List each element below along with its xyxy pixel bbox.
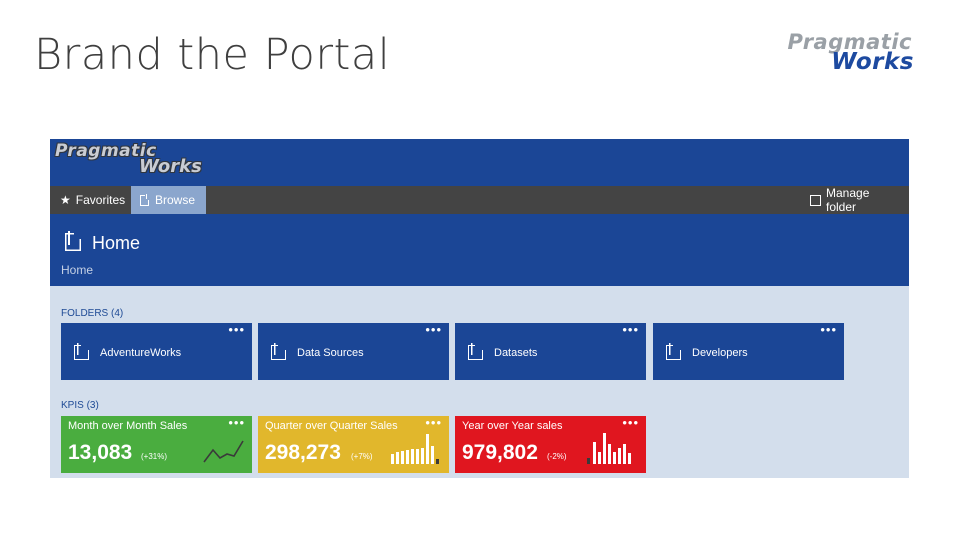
folder-icon <box>467 343 485 366</box>
manage-folder-icon <box>810 194 821 206</box>
kpi-bar-sparkline <box>587 433 631 464</box>
portal-brand-bar: Pragmatic Works <box>50 139 909 186</box>
kpi-change: (-2%) <box>547 452 567 461</box>
pragmatic-works-logo: Pragmatic Works <box>787 32 914 75</box>
manage-folder-button[interactable]: Manage folder <box>802 186 909 214</box>
more-icon[interactable]: ••• <box>228 323 245 337</box>
kpi-tile[interactable]: ••• Year over Year sales 979,802 (-2%) <box>455 416 646 473</box>
folder-icon <box>665 343 683 366</box>
kpis-label: KPIS <box>61 400 84 411</box>
kpi-change: (+7%) <box>351 452 373 461</box>
logo-line2: Works <box>831 49 914 75</box>
folder-name: Developers <box>692 347 748 359</box>
star-icon: ★ <box>60 193 71 207</box>
browse-icon <box>139 194 150 206</box>
kpi-name: Year over Year sales <box>462 420 563 432</box>
folders-section-label: FOLDERS (4) <box>61 308 123 319</box>
portal-screenshot: Pragmatic Works ★ Favorites Browse Manag… <box>50 139 909 478</box>
folder-tile[interactable]: ••• Data Sources <box>258 323 449 380</box>
tab-favorites-label: Favorites <box>75 193 126 207</box>
folder-tile[interactable]: ••• Developers <box>653 323 844 380</box>
more-icon[interactable]: ••• <box>820 323 837 337</box>
kpi-value: 298,273 <box>265 441 341 464</box>
folders-count: (4) <box>111 308 124 319</box>
kpi-name: Month over Month Sales <box>68 420 188 432</box>
home-folder-icon <box>62 230 92 257</box>
portal-logo-line2: Works <box>139 156 202 177</box>
folder-icon <box>270 343 288 366</box>
portal-header: Home Home <box>50 214 909 286</box>
tab-browse[interactable]: Browse <box>131 186 206 214</box>
kpi-value: 13,083 <box>68 441 133 464</box>
kpis-section-label: KPIS (3) <box>61 400 99 411</box>
folder-name: Data Sources <box>297 347 364 359</box>
more-icon[interactable]: ••• <box>622 416 639 430</box>
page-title-text: Home <box>92 233 141 253</box>
folder-name: AdventureWorks <box>100 347 182 359</box>
kpi-bar-sparkline <box>391 434 439 464</box>
folder-icon <box>73 343 91 366</box>
slide-title: Brand the Portal <box>34 30 391 80</box>
kpis-count: (3) <box>86 400 99 411</box>
tab-favorites[interactable]: ★ Favorites <box>52 186 133 214</box>
kpi-value: 979,802 <box>462 441 538 464</box>
kpi-change: (+31%) <box>141 452 168 461</box>
more-icon[interactable]: ••• <box>622 323 639 337</box>
portal-nav-bar: ★ Favorites Browse Manage folder <box>50 186 909 214</box>
folder-tile[interactable]: ••• AdventureWorks <box>61 323 252 380</box>
kpi-name: Quarter over Quarter Sales <box>265 420 398 432</box>
page-title: Home <box>62 230 140 257</box>
breadcrumb[interactable]: Home <box>61 263 93 277</box>
manage-folder-label: Manage folder <box>826 186 870 214</box>
tab-browse-label: Browse <box>155 193 196 207</box>
more-icon[interactable]: ••• <box>425 416 442 430</box>
more-icon[interactable]: ••• <box>228 416 245 430</box>
kpi-tile[interactable]: ••• Quarter over Quarter Sales 298,273 (… <box>258 416 449 473</box>
folder-tile[interactable]: ••• Datasets <box>455 323 646 380</box>
folders-label: FOLDERS <box>61 308 109 319</box>
portal-brand-logo[interactable]: Pragmatic Works <box>55 143 202 176</box>
kpi-tile[interactable]: ••• Month over Month Sales 13,083 (+31%) <box>61 416 252 473</box>
kpi-line-sparkline <box>203 440 244 463</box>
more-icon[interactable]: ••• <box>425 323 442 337</box>
folder-name: Datasets <box>494 347 538 359</box>
